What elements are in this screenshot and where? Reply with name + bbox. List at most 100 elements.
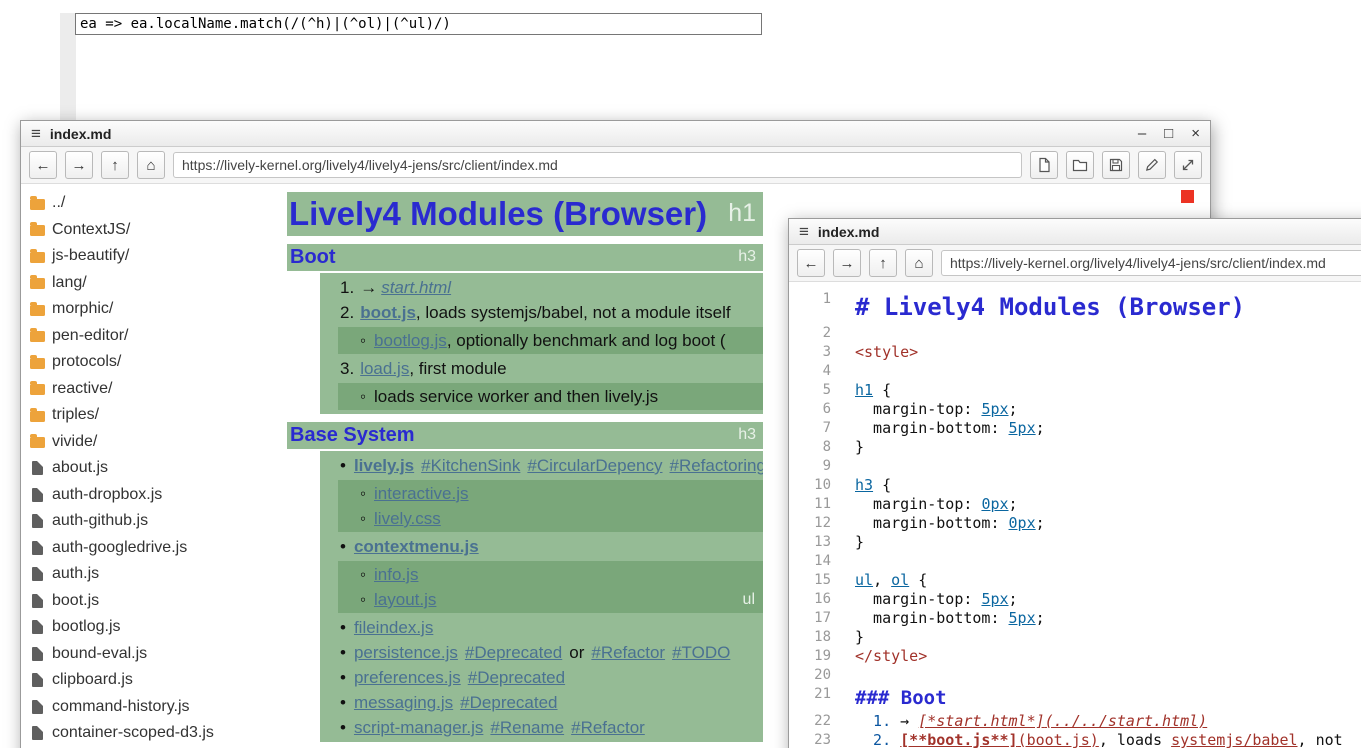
minimize-button[interactable]: – [1138, 125, 1146, 142]
link-start-html[interactable]: start.html [381, 278, 451, 297]
sidebar-item-clipboard-js[interactable]: clipboard.js [30, 667, 281, 694]
sidebar-item-contextjs[interactable]: ContextJS/ [30, 217, 281, 244]
link-tag[interactable]: #TODO [672, 643, 730, 662]
code-line[interactable]: 7 margin-bottom: 5px; [789, 419, 1361, 438]
url-input[interactable] [941, 250, 1361, 276]
link-lively-css[interactable]: lively.css [374, 509, 441, 528]
bullet: ◦ [360, 509, 366, 528]
sidebar-item-command-history-js[interactable]: command-history.js [30, 694, 281, 721]
link-lively-js[interactable]: lively.js [354, 456, 414, 475]
sidebar-item-vivide[interactable]: vivide/ [30, 429, 281, 456]
window-menu-icon[interactable]: ≡ [799, 223, 809, 240]
code-line[interactable]: 14 [789, 552, 1361, 571]
element-filter-input[interactable] [75, 13, 762, 35]
url-input[interactable] [173, 152, 1022, 178]
code-line[interactable]: 6 margin-top: 5px; [789, 400, 1361, 419]
code-line[interactable]: 20 [789, 666, 1361, 685]
link-bootlog-js[interactable]: bootlog.js [374, 331, 447, 350]
link-tag[interactable]: #Deprecated [468, 668, 565, 687]
edit-button[interactable] [1138, 151, 1166, 179]
sidebar-item-about-js[interactable]: about.js [30, 455, 281, 482]
back-button[interactable]: ← [29, 151, 57, 179]
link-tag[interactable]: #Deprecated [465, 643, 562, 662]
forward-button[interactable]: → [833, 249, 861, 277]
sidebar-item-pen-editor[interactable]: pen-editor/ [30, 323, 281, 350]
link-tag[interactable]: #Refactor [591, 643, 665, 662]
home-button[interactable]: ⌂ [137, 151, 165, 179]
link-tag[interactable]: #KitchenSink [421, 456, 520, 475]
code-line[interactable]: 1# Lively4 Modules (Browser) [789, 290, 1361, 324]
item-label: auth.js [52, 565, 99, 583]
sidebar-item-boot-js[interactable]: boot.js [30, 588, 281, 615]
forward-button[interactable]: → [65, 151, 93, 179]
window-titlebar[interactable]: ≡ index.md – □ × [21, 121, 1210, 147]
code-line[interactable]: 4 [789, 362, 1361, 381]
window-titlebar[interactable]: ≡ index.md [789, 219, 1361, 245]
up-button[interactable]: ↑ [101, 151, 129, 179]
code-line[interactable]: 11 margin-top: 0px; [789, 495, 1361, 514]
sidebar-item-auth-googledrive-js[interactable]: auth-googledrive.js [30, 535, 281, 562]
window-menu-icon[interactable]: ≡ [31, 125, 41, 142]
maximize-button[interactable]: □ [1164, 125, 1173, 142]
code-line[interactable]: 15ul, ol { [789, 571, 1361, 590]
link-tag[interactable]: #CircularDepency [527, 456, 662, 475]
code-line[interactable]: 8} [789, 438, 1361, 457]
link-fileindex-js[interactable]: fileindex.js [354, 618, 433, 637]
code-line[interactable]: 2 [789, 324, 1361, 343]
link-script-manager-js[interactable]: script-manager.js [354, 718, 483, 737]
sidebar-item-bound-eval-js[interactable]: bound-eval.js [30, 641, 281, 668]
fullscreen-button[interactable] [1174, 151, 1202, 179]
code-line[interactable]: 13} [789, 533, 1361, 552]
item-label: triples/ [52, 406, 99, 424]
link-tag[interactable]: #Refactoring [670, 456, 764, 475]
sidebar-item-protocols[interactable]: protocols/ [30, 349, 281, 376]
sidebar-item-auth-github-js[interactable]: auth-github.js [30, 508, 281, 535]
sidebar-item-container-scoped-d3-js[interactable]: container-scoped-d3.js [30, 720, 281, 747]
list-marker: 3. [340, 359, 354, 378]
sidebar-item-js-beautify[interactable]: js-beautify/ [30, 243, 281, 270]
code-line[interactable]: 19</style> [789, 647, 1361, 666]
save-button[interactable] [1102, 151, 1130, 179]
code-line[interactable]: 9 [789, 457, 1361, 476]
sidebar-item-parent-dir[interactable]: ../ [30, 190, 281, 217]
link-contextmenu-js[interactable]: contextmenu.js [354, 537, 479, 556]
code-line[interactable]: 17 margin-bottom: 5px; [789, 609, 1361, 628]
code-line[interactable]: 16 margin-top: 5px; [789, 590, 1361, 609]
home-button[interactable]: ⌂ [905, 249, 933, 277]
sidebar-item-auth-js[interactable]: auth.js [30, 561, 281, 588]
link-info-js[interactable]: info.js [374, 565, 418, 584]
save-icon [1108, 157, 1124, 173]
code-editor[interactable]: 1# Lively4 Modules (Browser) 2 3<style> … [789, 282, 1361, 748]
new-file-button[interactable] [1030, 151, 1058, 179]
sidebar-item-auth-dropbox-js[interactable]: auth-dropbox.js [30, 482, 281, 509]
code-line[interactable]: 3<style> [789, 343, 1361, 362]
link-interactive-js[interactable]: interactive.js [374, 484, 468, 503]
code-line[interactable]: 10h3 { [789, 476, 1361, 495]
code-line[interactable]: 23 2. [**boot.js**](boot.js), loads syst… [789, 731, 1361, 748]
code-line[interactable]: 12 margin-bottom: 0px; [789, 514, 1361, 533]
link-tag[interactable]: #Refactor [571, 718, 645, 737]
sidebar-item-bootlog-js[interactable]: bootlog.js [30, 614, 281, 641]
close-button[interactable]: × [1191, 125, 1200, 142]
code-line[interactable]: 22 1. → [*start.html*](../../start.html) [789, 712, 1361, 731]
folder-icon [30, 225, 45, 236]
sidebar-item-lang[interactable]: lang/ [30, 270, 281, 297]
code-line[interactable]: 21### Boot [789, 685, 1361, 712]
open-folder-button[interactable] [1066, 151, 1094, 179]
sidebar-item-reactive[interactable]: reactive/ [30, 376, 281, 403]
link-boot-js[interactable]: boot.js [360, 303, 416, 322]
link-persistence-js[interactable]: persistence.js [354, 643, 458, 662]
link-tag[interactable]: #Deprecated [460, 693, 557, 712]
sidebar-item-triples[interactable]: triples/ [30, 402, 281, 429]
back-button[interactable]: ← [797, 249, 825, 277]
link-layout-js[interactable]: layout.js [374, 590, 436, 609]
link-messaging-js[interactable]: messaging.js [354, 693, 453, 712]
line-number: 5 [789, 381, 847, 400]
link-preferences-js[interactable]: preferences.js [354, 668, 461, 687]
sidebar-item-morphic[interactable]: morphic/ [30, 296, 281, 323]
code-line[interactable]: 5h1 { [789, 381, 1361, 400]
code-line[interactable]: 18} [789, 628, 1361, 647]
up-button[interactable]: ↑ [869, 249, 897, 277]
link-load-js[interactable]: load.js [360, 359, 409, 378]
link-tag[interactable]: #Rename [490, 718, 564, 737]
